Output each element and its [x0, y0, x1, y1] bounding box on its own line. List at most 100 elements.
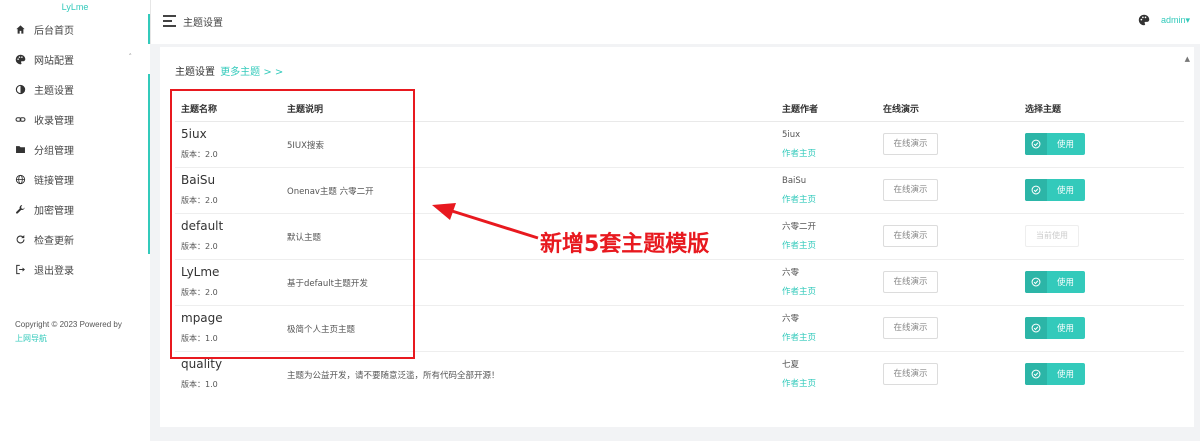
- contrast-icon: [14, 83, 26, 95]
- annotation-box: [170, 89, 415, 359]
- home-icon: [14, 23, 26, 35]
- theme-demo-cell: 在线演示: [883, 351, 1025, 397]
- wrench-icon: [14, 203, 26, 215]
- logout-icon: [14, 263, 26, 275]
- use-theme-button[interactable]: 使用: [1025, 179, 1085, 201]
- author-homepage-link[interactable]: 作者主页: [782, 148, 883, 160]
- theme-author-cell: 六零 作者主页: [782, 305, 883, 352]
- sidebar-nav: 后台首页网站配置 ˄ 主题设置收录管理分组管理链接管理加密管理检查更新退出登录: [0, 14, 150, 284]
- use-theme-button[interactable]: 使用: [1025, 133, 1085, 155]
- brand-logo[interactable]: LyLme: [0, 0, 150, 14]
- theme-action-cell: 当前使用: [1025, 213, 1184, 260]
- sidebar-item-8[interactable]: 退出登录: [0, 254, 150, 284]
- page-title: 主题设置: [183, 18, 223, 29]
- theme-author-cell: 六零二开 作者主页: [782, 213, 883, 260]
- use-label: 使用: [1057, 186, 1075, 196]
- sidebar-item-label: 分组管理: [34, 145, 74, 157]
- theme-author: 六零: [782, 313, 800, 324]
- theme-author-cell: BaiSu 作者主页: [782, 167, 883, 214]
- theme-description: 主题为公益开发，请不要随意泛滥，所有代码全部开源！: [287, 371, 500, 382]
- online-demo-button[interactable]: 在线演示: [883, 317, 938, 339]
- current-use-button: 当前使用: [1025, 225, 1079, 247]
- theme-demo-cell: 在线演示: [883, 167, 1025, 214]
- topbar: 主题设置 admin▾: [150, 0, 1200, 44]
- theme-author: 六零二开: [782, 221, 817, 232]
- link-icon: [14, 113, 26, 125]
- online-demo-button[interactable]: 在线演示: [883, 179, 938, 201]
- check-circle-icon: [1025, 179, 1047, 201]
- theme-version: 版本：1.0: [181, 380, 218, 390]
- theme-demo-cell: 在线演示: [883, 259, 1025, 306]
- use-label: 使用: [1057, 370, 1075, 381]
- sidebar-item-5[interactable]: 链接管理: [0, 164, 150, 194]
- sidebar-item-3[interactable]: 收录管理: [0, 104, 150, 134]
- sidebar-item-7[interactable]: 检查更新: [0, 224, 150, 254]
- menu-toggle-icon[interactable]: [163, 15, 176, 27]
- user-menu[interactable]: admin▾: [1161, 15, 1190, 26]
- use-label: 使用: [1057, 278, 1075, 288]
- online-demo-button[interactable]: 在线演示: [883, 133, 938, 155]
- card-title: 主题设置: [175, 67, 215, 78]
- sidebar-item-label: 主题设置: [34, 85, 74, 97]
- author-homepage-link[interactable]: 作者主页: [782, 332, 883, 344]
- use-theme-button[interactable]: 使用: [1025, 317, 1085, 339]
- online-demo-button[interactable]: 在线演示: [883, 225, 938, 247]
- online-demo-button[interactable]: 在线演示: [883, 271, 938, 293]
- use-theme-button[interactable]: 使用: [1025, 271, 1085, 293]
- folder-icon: [14, 143, 26, 155]
- sidebar-item-label: 加密管理: [34, 205, 74, 217]
- theme-demo-cell: 在线演示: [883, 213, 1025, 260]
- sidebar-item-label: 收录管理: [34, 115, 74, 127]
- header-demo: 在线演示: [883, 97, 1025, 122]
- header-author: 主题作者: [782, 97, 883, 122]
- use-label: 使用: [1057, 324, 1075, 334]
- author-homepage-link[interactable]: 作者主页: [782, 378, 883, 390]
- theme-author: 六零: [782, 267, 800, 278]
- theme-author: 5iux: [782, 129, 801, 140]
- refresh-icon: [14, 233, 26, 245]
- theme-action-cell: 使用: [1025, 121, 1184, 168]
- online-demo-button[interactable]: 在线演示: [883, 363, 938, 386]
- sidebar-item-label: 链接管理: [34, 175, 74, 187]
- author-homepage-link[interactable]: 作者主页: [782, 194, 883, 206]
- theme-action-cell: 使用: [1025, 167, 1184, 214]
- theme-author: 七夏: [782, 359, 800, 370]
- author-homepage-link[interactable]: 作者主页: [782, 286, 883, 298]
- check-circle-icon: [1025, 317, 1047, 339]
- copyright: Copyright © 2023 Powered by 上网导航: [15, 318, 122, 346]
- copyright-link[interactable]: 上网导航: [15, 332, 122, 346]
- theme-author-cell: 5iux 作者主页: [782, 121, 883, 168]
- use-label: 使用: [1057, 140, 1075, 150]
- annotation-arrow: [432, 203, 539, 240]
- author-homepage-link[interactable]: 作者主页: [782, 240, 883, 252]
- copyright-text: Copyright © 2023 Powered by: [15, 320, 122, 329]
- sidebar-item-4[interactable]: 分组管理: [0, 134, 150, 164]
- sidebar: LyLme 后台首页网站配置 ˄ 主题设置收录管理分组管理链接管理加密管理检查更新退…: [0, 0, 150, 441]
- sidebar-item-label: 后台首页: [34, 25, 74, 37]
- sidebar-item-label: 检查更新: [34, 235, 74, 247]
- sidebar-item-label: 退出登录: [34, 265, 74, 277]
- more-themes-link[interactable]: 更多主题 > >: [220, 67, 283, 78]
- palette-icon: [14, 53, 26, 65]
- sidebar-item-0[interactable]: 后台首页: [0, 14, 150, 44]
- check-circle-icon: [1025, 133, 1047, 155]
- theme-author-cell: 七夏 作者主页: [782, 351, 883, 397]
- sidebar-item-1[interactable]: 网站配置 ˄: [0, 44, 150, 74]
- theme-demo-cell: 在线演示: [883, 305, 1025, 352]
- sidebar-item-2[interactable]: 主题设置: [0, 74, 150, 104]
- sidebar-item-label: 网站配置: [34, 55, 74, 67]
- chevron-up-icon: ˄: [128, 53, 133, 61]
- theme-action-cell: 使用: [1025, 351, 1184, 397]
- theme-author: BaiSu: [782, 175, 807, 186]
- annotation-text: 新增5套主题模版: [540, 232, 710, 257]
- globe-icon: [14, 173, 26, 185]
- sidebar-item-6[interactable]: 加密管理: [0, 194, 150, 224]
- scroll-up-icon[interactable]: ▲: [1185, 55, 1190, 63]
- card-header: 主题设置 更多主题 > >: [175, 63, 283, 78]
- theme-author-cell: 六零 作者主页: [782, 259, 883, 306]
- palette-icon[interactable]: [1138, 14, 1150, 26]
- check-circle-icon: [1025, 271, 1047, 293]
- theme-action-cell: 使用: [1025, 305, 1184, 352]
- use-theme-button[interactable]: 使用: [1025, 363, 1085, 386]
- theme-action-cell: 使用: [1025, 259, 1184, 306]
